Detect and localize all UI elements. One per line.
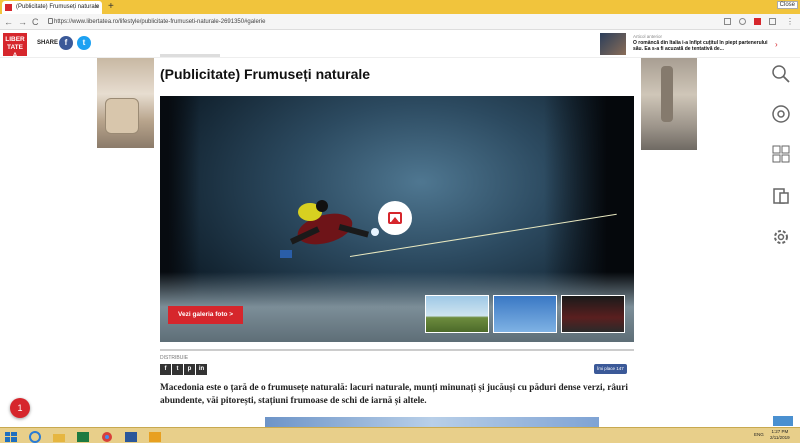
- facebook-share-icon[interactable]: f: [160, 364, 171, 375]
- article-lead: Macedonia este o țară de o frumusețe nat…: [160, 383, 628, 406]
- reload-button[interactable]: C: [32, 16, 39, 28]
- ie-taskbar-icon[interactable]: [28, 430, 42, 443]
- new-tab-button[interactable]: +: [108, 0, 114, 14]
- pinterest-share-icon[interactable]: p: [184, 364, 195, 375]
- article-title: (Publicitate) Frumuseți naturale: [160, 66, 371, 82]
- left-side-ad[interactable]: [97, 58, 154, 148]
- browser-tab[interactable]: (Publicitate) Frumuseți naturale ×: [2, 1, 102, 14]
- windows-icon[interactable]: [771, 144, 791, 164]
- forward-button[interactable]: →: [18, 16, 27, 28]
- url-field[interactable]: https://www.libertatea.ro/lifestyle/publ…: [54, 16, 714, 28]
- address-bar: ← → C https://www.libertatea.ro/lifestyl…: [0, 14, 800, 30]
- category-line: [160, 54, 220, 57]
- magnifier-icon[interactable]: [771, 64, 791, 84]
- word-taskbar-icon[interactable]: [124, 430, 138, 442]
- chrome-icon[interactable]: [771, 104, 791, 124]
- file-explorer-taskbar-icon[interactable]: [52, 430, 66, 442]
- browser-tab-bar: (Publicitate) Frumuseți naturale × + Clo…: [0, 0, 800, 14]
- site-favicon-icon: [5, 4, 12, 11]
- devices-icon[interactable]: [771, 186, 791, 206]
- ad-graphic: [105, 98, 139, 134]
- language-indicator[interactable]: ENG: [754, 432, 764, 437]
- clock-date: 2/11/2019: [770, 435, 790, 440]
- facebook-like-button[interactable]: Îmi place 147: [594, 364, 627, 374]
- ad-graphic: [661, 66, 673, 122]
- picture-icon: [388, 212, 402, 224]
- tab-title: (Publicitate) Frumuseți naturale: [16, 4, 100, 10]
- linkedin-share-icon[interactable]: in: [196, 364, 207, 375]
- window-close-button[interactable]: Close: [776, 1, 798, 9]
- chrome-taskbar-icon[interactable]: [100, 430, 114, 442]
- facebook-share-button[interactable]: f: [59, 36, 73, 50]
- right-side-ad[interactable]: [641, 58, 697, 150]
- share-section-label: DISTRIBUIE: [160, 355, 189, 361]
- promo-thumbnail[interactable]: [600, 33, 626, 55]
- article-image: [265, 417, 599, 427]
- gallery-thumbnail[interactable]: [425, 295, 489, 333]
- site-logo[interactable]: LIBERTATEA: [3, 33, 27, 59]
- tab-close-icon[interactable]: ×: [95, 1, 99, 14]
- promo-headline-link[interactable]: O româncă din Italia i-a înfipt cuțitul …: [633, 40, 773, 52]
- gallery-thumbnail[interactable]: [493, 295, 557, 333]
- clock[interactable]: 1:27 PM 2/11/2019: [770, 429, 790, 441]
- start-button[interactable]: [4, 430, 18, 442]
- diver-figure: [280, 200, 379, 258]
- lock-icon: [48, 18, 53, 24]
- promo-next-arrow-icon[interactable]: ›: [775, 40, 778, 49]
- extension-2-icon[interactable]: [769, 18, 776, 25]
- notification-bell-icon[interactable]: 1: [10, 398, 30, 418]
- windows-taskbar: ENG 1:27 PM 2/11/2019: [0, 427, 800, 443]
- gallery-thumbnail[interactable]: [561, 295, 625, 333]
- twitter-share-button[interactable]: t: [77, 36, 91, 50]
- settings-mini-button[interactable]: [773, 416, 793, 426]
- site-header: LIBERTATEA SHARE f t Articol anterior O …: [0, 31, 800, 59]
- view-gallery-button[interactable]: Vezi galeria foto >: [168, 306, 244, 324]
- share-label: SHARE: [37, 40, 59, 46]
- menu-icon[interactable]: ⋮: [786, 16, 794, 28]
- back-button[interactable]: ←: [4, 16, 13, 28]
- outlook-taskbar-icon[interactable]: [148, 430, 162, 442]
- gallery-image-icon[interactable]: [378, 201, 412, 235]
- hero-gallery-image[interactable]: Vezi galeria foto >: [160, 96, 634, 342]
- promo-tag: Articol anterior: [633, 34, 663, 39]
- translate-icon[interactable]: [724, 18, 731, 25]
- twitter-share-icon[interactable]: t: [172, 364, 183, 375]
- divider: [160, 349, 634, 351]
- extension-icon[interactable]: [754, 18, 761, 25]
- settings-gear-icon[interactable]: [771, 227, 791, 247]
- excel-taskbar-icon[interactable]: [76, 430, 90, 442]
- bookmark-star-icon[interactable]: [739, 18, 746, 25]
